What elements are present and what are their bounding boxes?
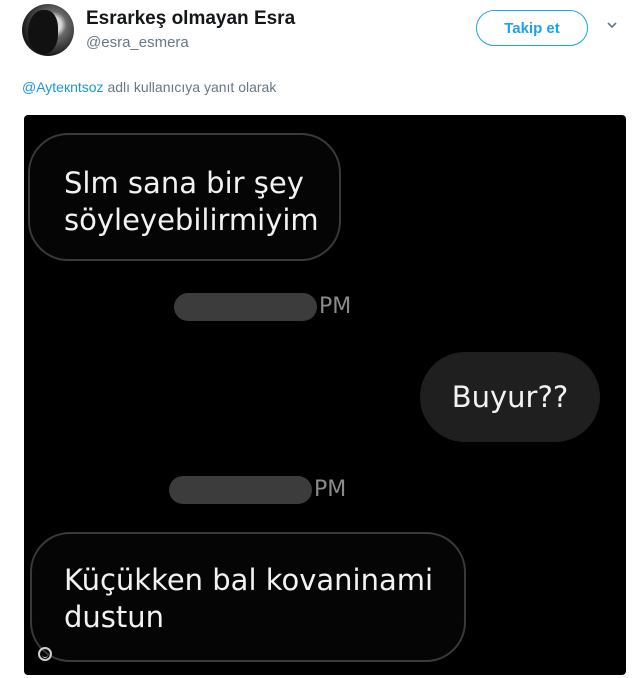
message-text: Küçükken bal kovaninami dustun — [64, 563, 434, 634]
display-name[interactable]: Esrarkeş olmayan Esra — [86, 8, 295, 30]
timestamp-suffix: PM — [314, 477, 347, 502]
emoji-icon — [38, 647, 52, 661]
message-text: Slm sana bir şey söyleyebilirmiyim — [64, 166, 319, 237]
message-bubble-1: Slm sana bir şey söyleyebilirmiyim — [28, 133, 341, 261]
tweet-media-image[interactable]: Slm sana bir şey söyleyebilirmiyim PM Bu… — [24, 115, 626, 675]
avatar[interactable] — [22, 4, 74, 56]
redacted-time — [174, 293, 317, 321]
redacted-time — [169, 476, 312, 504]
chevron-down-icon[interactable] — [607, 20, 617, 30]
message-bubble-3: Küçükken bal kovaninami dustun — [30, 532, 466, 662]
message-text: Buyur?? — [451, 380, 569, 414]
user-handle[interactable]: @esra_esmera — [86, 34, 189, 51]
reply-context: @Ayteкntsoz adlı kullanıcıya yanıt olara… — [22, 79, 276, 95]
message-bubble-2: Buyur?? — [420, 352, 600, 442]
message-timestamp: PM — [169, 476, 346, 504]
reply-mention-link[interactable]: @Ayteкntsoz — [22, 79, 104, 95]
message-timestamp: PM — [174, 293, 351, 321]
reply-context-text: adlı kullanıcıya yanıt olarak — [103, 79, 277, 95]
follow-button[interactable]: Takip et — [476, 10, 588, 46]
timestamp-suffix: PM — [319, 294, 352, 319]
